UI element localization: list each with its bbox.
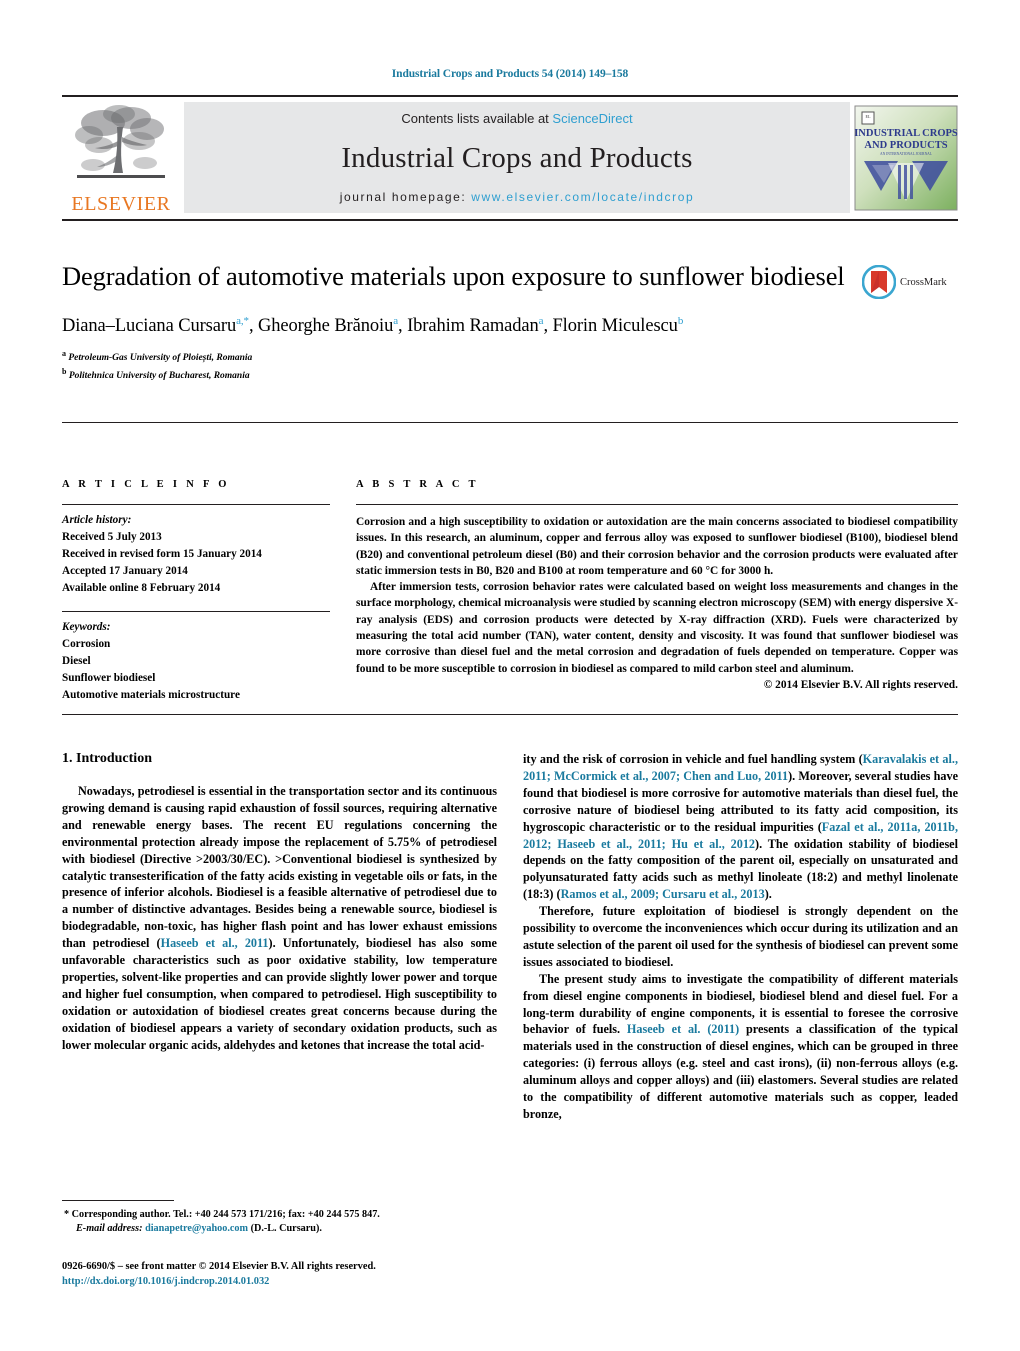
keyword-item: Corrosion xyxy=(62,638,111,651)
history-item: Accepted 17 January 2014 xyxy=(62,565,188,578)
keyword-item: Diesel xyxy=(62,655,91,668)
journal-cover-thumbnail: EL INDUSTRIAL CROPS AND PRODUCTS AN INTE… xyxy=(854,105,958,211)
page-footer: * Corresponding author. Tel.: +40 244 57… xyxy=(62,1199,496,1289)
crossmark-badge[interactable]: CrossMark xyxy=(862,261,958,299)
svg-text:INDUSTRIAL CROPS: INDUSTRIAL CROPS xyxy=(854,128,958,139)
body-paragraph: The present study aims to investigate th… xyxy=(523,971,958,1121)
footnote-text: Corresponding author. Tel.: +40 244 573 … xyxy=(69,1208,380,1220)
info-abstract-bottom-rule xyxy=(62,714,958,716)
keywords-block: Keywords: Corrosion Diesel Sunflower bio… xyxy=(62,619,330,704)
section-heading-introduction: 1. Introduction xyxy=(62,751,152,767)
crossmark-label: CrossMark xyxy=(900,276,947,288)
svg-text:AN INTERNATIONAL JOURNAL: AN INTERNATIONAL JOURNAL xyxy=(880,152,932,156)
page-title: Degradation of automotive materials upon… xyxy=(62,261,845,291)
footnote-rule xyxy=(62,1199,174,1201)
contents-prefix: Contents lists available at xyxy=(401,111,553,126)
elsevier-wordmark: ELSEVIER xyxy=(71,193,171,215)
body-column-left: 1. Introduction Nowadays, petrodiesel is… xyxy=(62,751,497,1123)
abstract-text: Corrosion and a high susceptibility to o… xyxy=(356,514,958,677)
journal-homepage-line: journal homepage: www.elsevier.com/locat… xyxy=(340,190,695,204)
intro-left-text: Nowadays, petrodiesel is essential in th… xyxy=(62,783,497,1053)
journal-masthead: ELSEVIER Contents lists available at Sci… xyxy=(62,95,958,221)
issn-line: 0926-6690/$ – see front matter © 2014 El… xyxy=(62,1260,376,1272)
body-paragraph: Therefore, future exploitation of biodie… xyxy=(523,904,958,969)
history-item: Available online 8 February 2014 xyxy=(62,582,221,595)
elsevier-tree-icon xyxy=(75,105,165,178)
article-history: Article history: Received 5 July 2013 Re… xyxy=(62,512,330,597)
abstract-paragraph: Corrosion and a high susceptibility to o… xyxy=(356,515,958,577)
email-suffix: (D.-L. Cursaru). xyxy=(248,1223,322,1235)
corresponding-author-note: * Corresponding author. Tel.: +40 244 57… xyxy=(62,1208,496,1237)
doi-link[interactable]: http://dx.doi.org/10.1016/j.indcrop.2014… xyxy=(62,1274,496,1289)
abstract-column: A B S T R A C T Corrosion and a high sus… xyxy=(348,465,958,704)
abstract-heading: A B S T R A C T xyxy=(356,478,479,490)
crossmark-icon xyxy=(862,265,896,299)
citation-link[interactable]: Ramos et al., 2009; Cursaru et al., 2013 xyxy=(561,887,765,901)
issn-copyright-block: 0926-6690/$ – see front matter © 2014 El… xyxy=(62,1259,496,1289)
email-link[interactable]: dianapetre@yahoo.com xyxy=(145,1223,248,1234)
author-list: Diana–Luciana Cursarua,*, Gheorghe Brăno… xyxy=(62,314,684,336)
journal-title: Industrial Crops and Products xyxy=(341,141,693,174)
keywords-label: Keywords: xyxy=(62,621,111,634)
intro-right-text: ity and the risk of corrosion in vehicle… xyxy=(523,751,958,1123)
affiliation-a: a Petroleum-Gas University of Ploiești, … xyxy=(62,349,253,364)
abstract-copyright: © 2014 Elsevier B.V. All rights reserved… xyxy=(763,678,958,691)
elsevier-logo: ELSEVIER xyxy=(62,97,180,219)
keyword-item: Automotive materials microstructure xyxy=(62,689,240,702)
body-paragraph: ity and the risk of corrosion in vehicle… xyxy=(523,752,958,902)
paper-page: Industrial Crops and Products 54 (2014) … xyxy=(0,0,1020,1351)
article-info-column: A R T I C L E I N F O Article history: R… xyxy=(62,465,348,704)
sciencedirect-link[interactable]: ScienceDirect xyxy=(552,111,632,126)
body-column-right: ity and the risk of corrosion in vehicle… xyxy=(523,751,958,1123)
article-history-label: Article history: xyxy=(62,513,132,526)
citation-link[interactable]: Haseeb et al., 2011 xyxy=(161,936,269,950)
affiliation-b: b Politehnica University of Bucharest, R… xyxy=(62,367,250,382)
svg-text:EL: EL xyxy=(866,114,871,119)
citation-link[interactable]: Haseeb et al. (2011) xyxy=(627,1022,739,1036)
contents-available-line: Contents lists available at ScienceDirec… xyxy=(401,111,632,126)
info-abstract-top-rule xyxy=(62,421,958,423)
journal-banner: Contents lists available at ScienceDirec… xyxy=(184,102,850,213)
journal-homepage-link[interactable]: www.elsevier.com/locate/indcrop xyxy=(471,190,694,204)
history-item: Received 5 July 2013 xyxy=(62,531,162,543)
history-item: Received in revised form 15 January 2014 xyxy=(62,548,262,561)
abstract-paragraph: After immersion tests, corrosion behavio… xyxy=(356,581,958,675)
journal-cover-image: EL INDUSTRIAL CROPS AND PRODUCTS AN INTE… xyxy=(854,105,958,211)
svg-text:AND PRODUCTS: AND PRODUCTS xyxy=(864,140,947,151)
email-label: E-mail address: xyxy=(76,1223,143,1235)
info-abstract-region: A R T I C L E I N F O Article history: R… xyxy=(62,465,958,704)
keywords-rule xyxy=(62,611,330,613)
article-info-heading: A R T I C L E I N F O xyxy=(62,478,230,490)
homepage-prefix: journal homepage: xyxy=(339,190,472,204)
running-head: Industrial Crops and Products 54 (2014) … xyxy=(391,68,629,80)
affiliations: a Petroleum-Gas University of Ploiești, … xyxy=(62,348,850,384)
body-columns: 1. Introduction Nowadays, petrodiesel is… xyxy=(62,751,958,1123)
title-block: Degradation of automotive materials upon… xyxy=(62,261,958,384)
keyword-item: Sunflower biodiesel xyxy=(62,672,156,685)
body-paragraph: Nowadays, petrodiesel is essential in th… xyxy=(62,784,497,1052)
abstract-rule xyxy=(356,503,958,505)
article-info-rule xyxy=(62,503,330,505)
